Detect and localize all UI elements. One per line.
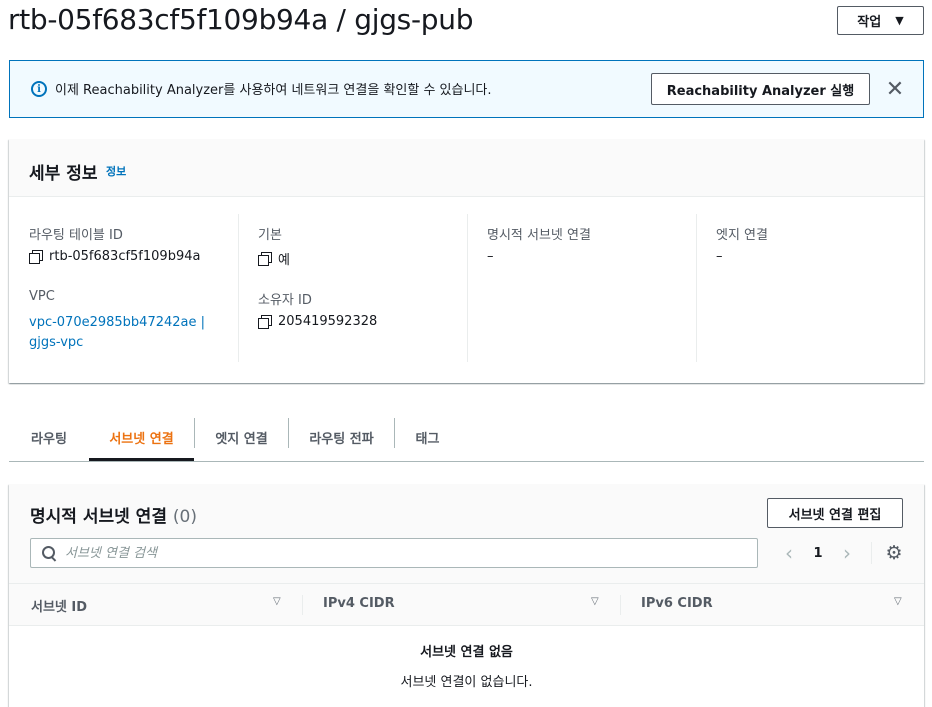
active-tab-indicator — [89, 458, 194, 461]
table-count: (0) — [172, 507, 197, 527]
column-header-subnet-id[interactable]: 서브넷 ID — [31, 596, 87, 615]
copy-icon[interactable] — [29, 250, 43, 264]
tab-route-propagation[interactable]: 라우팅 전파 — [289, 412, 394, 462]
actions-button-label: 작업 — [857, 15, 882, 30]
owner-id-text: 205419592328 — [278, 314, 378, 329]
tabs-underline — [9, 461, 924, 462]
tab-edge-associations[interactable]: 엣지 연결 — [195, 412, 288, 462]
route-table-id-label: 라우팅 테이블 ID — [29, 228, 123, 243]
banner-message: 이제 Reachability Analyzer를 사용하여 네트워크 연결을 … — [55, 83, 492, 98]
column-divider[interactable] — [302, 595, 303, 615]
search-input[interactable] — [65, 543, 745, 563]
vpc-link[interactable]: vpc-070e2985bb47242ae | gjgs-vpc — [29, 313, 205, 353]
caret-down-icon: ▼ — [895, 14, 904, 27]
tab-subnet-associations[interactable]: 서브넷 연결 — [89, 412, 194, 462]
next-page-icon[interactable]: › — [837, 540, 857, 566]
empty-state-title: 서브넷 연결 없음 — [420, 645, 513, 660]
close-icon[interactable]: ✕ — [883, 77, 907, 102]
edge-association-value: – — [716, 249, 723, 264]
main-value: 예 — [258, 249, 290, 268]
owner-id-value: 205419592328 — [258, 314, 377, 329]
search-field[interactable] — [30, 538, 758, 568]
page-number[interactable]: 1 — [809, 540, 827, 566]
table-title-text: 명시적 서브넷 연결 — [30, 507, 167, 527]
column-divider — [696, 214, 697, 362]
vpc-link-line1[interactable]: vpc-070e2985bb47242ae | — [29, 313, 205, 333]
subnet-associations-panel: 명시적 서브넷 연결 (0) 서브넷 연결 편집 ‹ 1 › ⚙ 서브넷 ID … — [9, 484, 924, 707]
search-icon — [42, 546, 56, 560]
actions-dropdown-button[interactable]: 작업 ▼ — [837, 6, 924, 35]
details-title: 세부 정보 — [29, 164, 98, 184]
explicit-subnet-value: – — [487, 249, 494, 264]
vpc-link-line2[interactable]: gjgs-vpc — [29, 333, 205, 353]
info-banner: i 이제 Reachability Analyzer를 사용하여 네트워크 연결… — [9, 60, 924, 118]
page-title: rtb-05f683cf5f109b94a / gjgs-pub — [8, 3, 474, 36]
vpc-label: VPC — [29, 289, 55, 304]
main-value-text: 예 — [278, 253, 290, 268]
sort-icon[interactable]: ▽ — [894, 596, 902, 607]
info-icon: i — [31, 81, 47, 97]
copy-icon[interactable] — [258, 252, 272, 266]
column-header-ipv4-cidr[interactable]: IPv4 CIDR — [323, 596, 395, 611]
run-reachability-analyzer-button[interactable]: Reachability Analyzer 실행 — [651, 73, 870, 105]
table-header-row: 서브넷 ID ▽ IPv4 CIDR ▽ IPv6 CIDR ▽ — [9, 583, 924, 626]
sort-icon[interactable]: ▽ — [273, 596, 281, 607]
pagination-divider — [871, 542, 872, 564]
column-divider — [467, 214, 468, 362]
column-divider[interactable] — [620, 595, 621, 615]
previous-page-icon[interactable]: ‹ — [779, 540, 799, 566]
owner-id-label: 소유자 ID — [258, 293, 312, 308]
details-header: 세부 정보 정보 — [9, 139, 924, 197]
edge-association-label: 엣지 연결 — [716, 228, 768, 243]
main-label: 기본 — [258, 228, 282, 243]
edit-subnet-associations-button[interactable]: 서브넷 연결 편집 — [767, 498, 903, 528]
route-table-id-value: rtb-05f683cf5f109b94a — [29, 249, 200, 264]
column-divider — [238, 214, 239, 362]
info-link[interactable]: 정보 — [106, 163, 126, 179]
tab-routes[interactable]: 라우팅 — [9, 412, 89, 462]
copy-icon[interactable] — [258, 315, 272, 329]
explicit-subnet-label: 명시적 서브넷 연결 — [487, 228, 591, 243]
sort-icon[interactable]: ▽ — [591, 596, 599, 607]
empty-state-message: 서브넷 연결이 없습니다. — [400, 675, 533, 690]
details-panel: 세부 정보 정보 라우팅 테이블 ID rtb-05f683cf5f109b94… — [9, 139, 924, 383]
gear-icon[interactable]: ⚙ — [883, 542, 905, 564]
route-table-id-text: rtb-05f683cf5f109b94a — [49, 249, 201, 264]
table-title: 명시적 서브넷 연결 (0) — [30, 502, 197, 527]
tab-tags[interactable]: 태그 — [395, 412, 460, 462]
column-header-ipv6-cidr[interactable]: IPv6 CIDR — [641, 596, 713, 611]
